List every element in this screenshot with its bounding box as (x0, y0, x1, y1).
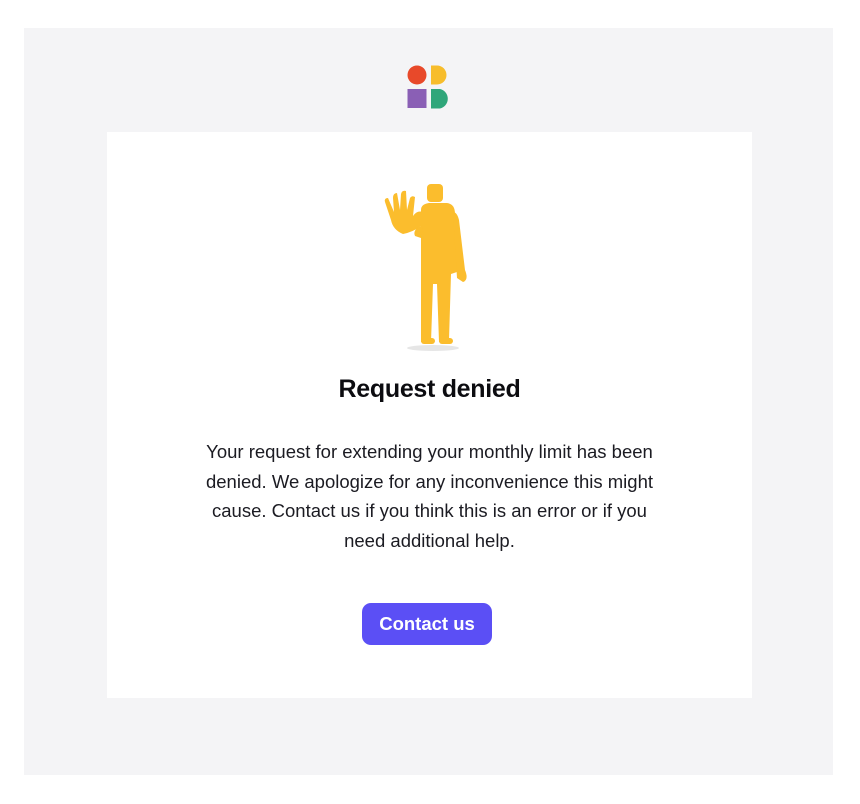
contact-us-button[interactable]: Contact us (362, 603, 492, 645)
email-background: Request denied Your request for extendin… (24, 28, 833, 775)
stop-hand-person-illustration (377, 180, 477, 356)
notification-card: Request denied Your request for extendin… (107, 132, 752, 698)
denial-message: Your request for extending your monthly … (205, 441, 654, 551)
brand-logo-icon (407, 65, 451, 109)
page-title: Request denied (338, 375, 521, 403)
